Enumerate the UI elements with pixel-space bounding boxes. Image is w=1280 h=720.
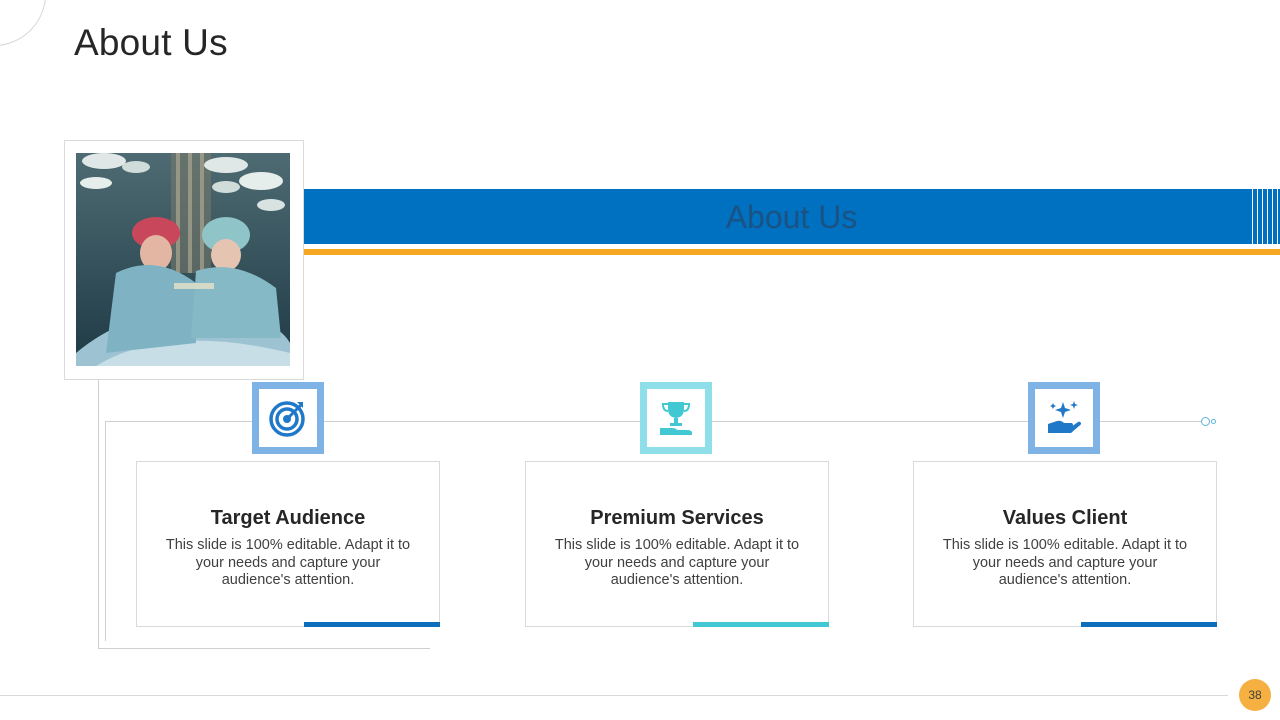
title-banner: About Us <box>303 189 1280 244</box>
card-description: This slide is 100% editable. Adapt it to… <box>165 537 411 588</box>
card-values-client: Values Client This slide is 100% editabl… <box>913 461 1217 627</box>
banner-text: About Us <box>725 199 858 235</box>
target-icon-box <box>252 382 324 454</box>
values-icon-box <box>1028 382 1100 454</box>
card-accent-bar <box>304 622 440 627</box>
card-title: Premium Services <box>590 507 764 529</box>
card-description: This slide is 100% editable. Adapt it to… <box>554 537 800 588</box>
card-premium-services: Premium Services This slide is 100% edit… <box>525 461 829 627</box>
page-number-badge: 38 <box>1239 679 1271 711</box>
trophy-icon-box <box>640 382 712 454</box>
corner-decoration <box>0 0 46 46</box>
target-icon <box>269 401 305 437</box>
page-title: About Us <box>74 22 228 63</box>
connector-line <box>105 421 106 641</box>
trophy-in-hand-icon <box>660 402 692 435</box>
card-accent-bar <box>1081 622 1217 627</box>
card-title: Values Client <box>1002 507 1128 529</box>
photo-frame <box>64 140 304 380</box>
hand-with-sparkles-icon <box>1048 401 1081 433</box>
footer-divider <box>0 695 1228 696</box>
banner-underline <box>303 249 1280 255</box>
card-accent-bar <box>693 622 829 627</box>
connector-line <box>98 648 430 649</box>
surgeons-operating-photo <box>76 153 290 366</box>
connector-end-dot <box>1211 419 1216 424</box>
banner-stripes <box>1248 189 1280 244</box>
connector-line <box>98 380 99 648</box>
card-title: Target Audience <box>210 507 366 529</box>
connector-end-dot <box>1201 417 1210 426</box>
card-description: This slide is 100% editable. Adapt it to… <box>942 537 1188 588</box>
surgery-illustration <box>76 153 290 366</box>
card-target-audience: Target Audience This slide is 100% edita… <box>136 461 440 627</box>
